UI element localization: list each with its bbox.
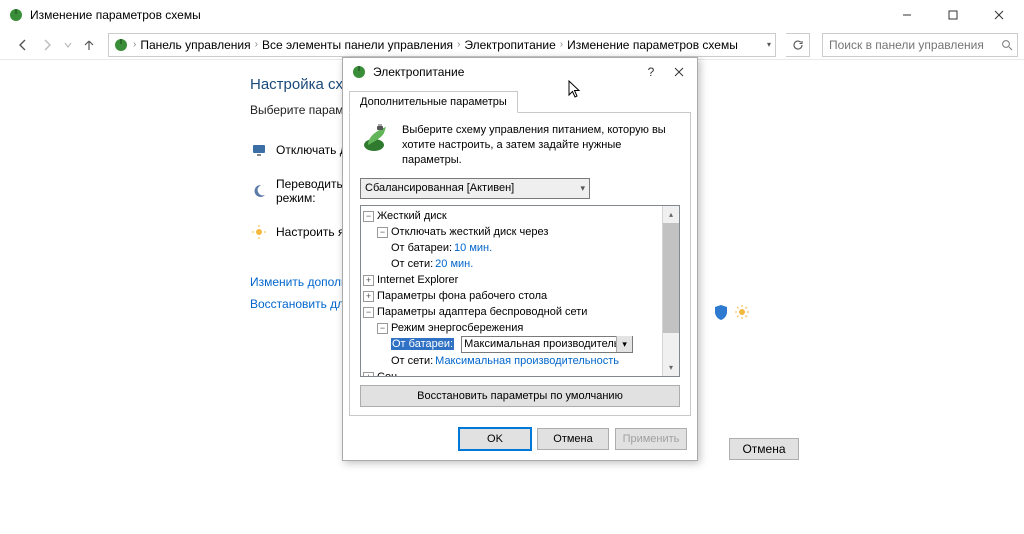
scroll-thumb[interactable] <box>663 223 679 333</box>
window-title: Изменение параметров схемы <box>30 8 884 22</box>
minimize-button[interactable] <box>884 0 930 30</box>
tree-leaf-hdd-battery[interactable]: От батареи:10 мин. <box>363 240 660 256</box>
tree-node-wifi[interactable]: −Параметры адаптера беспроводной сети <box>363 304 660 320</box>
sun-icon <box>250 223 268 241</box>
tab-strip: Дополнительные параметры <box>343 86 697 112</box>
collapse-icon[interactable]: − <box>377 227 388 238</box>
chevron-down-icon: ▾ <box>616 336 632 352</box>
recent-locations-button[interactable] <box>62 36 74 54</box>
expand-icon[interactable]: + <box>363 372 374 376</box>
settings-tree: −Жесткий диск −Отключать жесткий диск че… <box>360 205 680 377</box>
forward-button[interactable] <box>38 36 56 54</box>
close-button[interactable] <box>976 0 1022 30</box>
breadcrumb[interactable]: › Панель управления› Все элементы панели… <box>108 33 776 57</box>
tree-node-hdd[interactable]: −Жесткий диск <box>363 208 660 224</box>
expand-icon[interactable]: + <box>363 291 374 302</box>
moon-icon <box>250 182 268 200</box>
power-scheme-value: Сбалансированная [Активен] <box>365 182 514 194</box>
breadcrumb-item[interactable]: Изменение параметров схемы <box>567 38 738 52</box>
scroll-down-button[interactable]: ▾ <box>663 359 679 376</box>
breadcrumb-root-icon <box>113 37 129 53</box>
tree-leaf-wifi-battery[interactable]: От батареи: Максимальная производительно… <box>363 336 660 353</box>
collapse-icon[interactable]: − <box>363 307 374 318</box>
app-icon <box>8 7 24 23</box>
sun-icon <box>734 304 750 320</box>
dialog-icon <box>351 64 367 80</box>
tree-leaf-hdd-ac[interactable]: От сети:20 мин. <box>363 256 660 272</box>
restore-defaults-button[interactable]: Восстановить параметры по умолчанию <box>360 385 680 407</box>
window-titlebar: Изменение параметров схемы <box>0 0 1024 30</box>
brightness-icons <box>714 304 750 320</box>
nav-bar: › Панель управления› Все элементы панели… <box>0 30 1024 60</box>
chevron-down-icon: ▾ <box>580 183 585 194</box>
apply-button[interactable]: Применить <box>615 428 687 450</box>
breadcrumb-item[interactable]: Все элементы панели управления› <box>262 38 462 52</box>
chevron-down-icon[interactable]: ▾ <box>767 40 771 49</box>
ok-button[interactable]: OK <box>459 428 531 450</box>
up-button[interactable] <box>80 36 98 54</box>
tree-node-sleep[interactable]: +Сон <box>363 369 660 376</box>
chevron-right-icon: › <box>131 39 138 50</box>
tree-node-wallpaper[interactable]: +Параметры фона рабочего стола <box>363 288 660 304</box>
search-box[interactable] <box>822 33 1018 57</box>
tab-page: Выберите схему управления питанием, кото… <box>349 112 691 416</box>
maximize-button[interactable] <box>930 0 976 30</box>
search-icon <box>1001 39 1013 51</box>
tab-advanced[interactable]: Дополнительные параметры <box>349 91 518 113</box>
scroll-up-button[interactable]: ▴ <box>663 206 679 223</box>
expand-icon[interactable]: + <box>363 275 374 286</box>
collapse-icon[interactable]: − <box>363 211 374 222</box>
power-options-dialog: Электропитание ? Дополнительные параметр… <box>342 57 698 461</box>
tree-node-hdd-off[interactable]: −Отключать жесткий диск через <box>363 224 660 240</box>
dialog-close-button[interactable] <box>665 60 693 84</box>
search-input[interactable] <box>827 37 1001 53</box>
power-scheme-select[interactable]: Сбалансированная [Активен] ▾ <box>360 178 590 199</box>
collapse-icon[interactable]: − <box>377 323 388 334</box>
cancel-button[interactable]: Отмена <box>729 438 799 460</box>
help-button[interactable]: ? <box>637 60 665 84</box>
wifi-battery-select[interactable]: Максимальная производительнос ▾ <box>461 336 633 353</box>
power-plan-icon <box>360 123 392 155</box>
tree-scrollbar[interactable]: ▴ ▾ <box>662 206 679 376</box>
dialog-title: Электропитание <box>373 65 637 79</box>
back-button[interactable] <box>14 36 32 54</box>
tree-node-ie[interactable]: +Internet Explorer <box>363 272 660 288</box>
tree-leaf-wifi-ac[interactable]: От сети:Максимальная производительность <box>363 353 660 369</box>
refresh-button[interactable] <box>786 33 810 57</box>
breadcrumb-item[interactable]: Электропитание› <box>464 38 565 52</box>
tree-node-powersave[interactable]: −Режим энергосбережения <box>363 320 660 336</box>
shield-icon <box>714 304 728 320</box>
dialog-intro-text: Выберите схему управления питанием, кото… <box>402 123 680 168</box>
monitor-icon <box>250 141 268 159</box>
dialog-titlebar: Электропитание ? <box>343 58 697 86</box>
dialog-cancel-button[interactable]: Отмена <box>537 428 609 450</box>
breadcrumb-item[interactable]: Панель управления› <box>140 38 260 52</box>
